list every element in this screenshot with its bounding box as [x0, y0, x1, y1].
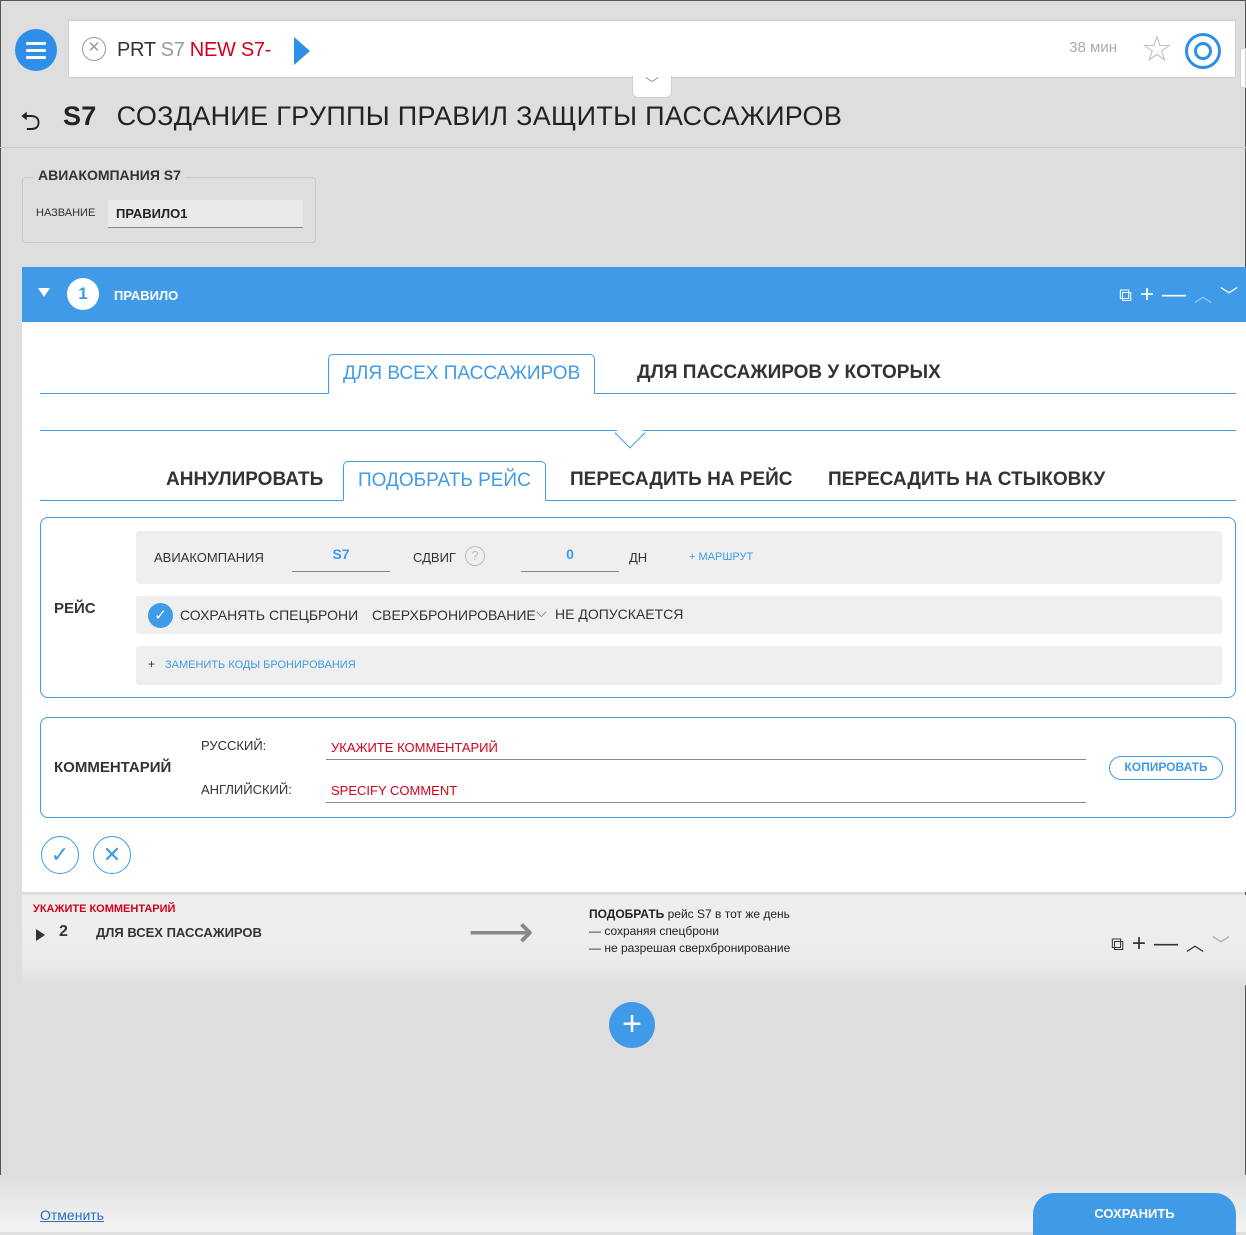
chevron-down-icon[interactable]: ﹀ [1212, 931, 1230, 957]
command-input[interactable]: PRT S7 NEW S7- [117, 39, 271, 62]
arrow-right-icon: ⟶ [468, 905, 534, 957]
name-input[interactable]: ПРАВИЛО1 [108, 200, 303, 228]
plus-icon[interactable]: + [1132, 930, 1146, 958]
check-icon[interactable]: ✓ [148, 603, 173, 628]
summary-line: — сохраняя спецброни [589, 924, 719, 938]
plus-icon[interactable]: + [1140, 281, 1154, 309]
airline-legend: АВИАКОМПАНИЯ S7 [34, 167, 185, 183]
rule-number: 1 [67, 278, 99, 310]
page-title-airline: S7 [63, 101, 97, 131]
cancel-link[interactable]: Отменить [40, 1207, 104, 1223]
russian-comment-input[interactable]: УКАЖИТЕ КОММЕНТАРИЙ [326, 734, 1086, 760]
rule-summary: ПОДОБРАТЬ рейс S7 в тот же день — сохран… [589, 906, 790, 957]
shift-input[interactable]: 0 [521, 546, 619, 572]
replace-codes-link[interactable]: ЗАМЕНИТЬ КОДЫ БРОНИРОВАНИЯ [165, 659, 356, 671]
help-lifebuoy-icon[interactable] [1185, 33, 1221, 69]
back-icon[interactable]: ⮌ [20, 103, 41, 147]
tab-cancel[interactable]: АННУЛИРОВАТЬ [152, 461, 337, 501]
star-icon[interactable]: ☆ [1141, 31, 1173, 67]
rule-title: ДЛЯ ВСЕХ ПАССАЖИРОВ [96, 925, 262, 940]
chevron-down-icon[interactable]: ﹀ [632, 76, 672, 98]
tab-transfer-connection[interactable]: ПЕРЕСАДИТЬ НА СТЫКОВКУ [814, 461, 1119, 501]
russian-label: РУССКИЙ: [201, 738, 267, 753]
command-part: NEW S7- [189, 39, 272, 61]
command-part: S7 [160, 39, 185, 61]
check-icon[interactable]: ✓ [41, 836, 79, 874]
rule-title: ПРАВИЛО [114, 288, 179, 303]
copy-icon[interactable]: ⧉ [1119, 285, 1132, 306]
shift-unit: ДН [629, 550, 648, 565]
copy-icon[interactable]: ⧉ [1111, 934, 1124, 955]
name-label: НАЗВАНИЕ [36, 207, 96, 219]
rule-number: 2 [59, 923, 68, 940]
summary-text: рейс S7 в тот же день [664, 907, 790, 921]
expand-caret-icon[interactable] [36, 929, 45, 941]
keep-special-label: СОХРАНЯТЬ СПЕЦБРОНИ [180, 607, 359, 623]
chevron-down-icon[interactable]: ﹀ [1220, 282, 1238, 308]
chevron-up-icon[interactable]: ︿ [1186, 931, 1204, 957]
plus-icon[interactable]: + [148, 657, 155, 671]
divider [0, 147, 1246, 148]
page-title: S7 СОЗДАНИЕ ГРУППЫ ПРАВИЛ ЗАЩИТЫ ПАССАЖИР… [63, 101, 842, 132]
action-tabs: АННУЛИРОВАТЬ ПОДОБРАТЬ РЕЙС ПЕРЕСАДИТЬ Н… [40, 461, 1236, 501]
summary-line: — не разрешая сверхбронирование [589, 941, 791, 955]
close-icon[interactable]: ✕ [93, 836, 131, 874]
command-bar[interactable]: ✕ PRT S7 NEW S7- 38 мин ☆ [68, 20, 1236, 78]
help-icon[interactable]: ? [465, 546, 485, 566]
english-label: АНГЛИЙСКИЙ: [201, 782, 292, 797]
menu-icon[interactable] [15, 29, 57, 71]
collapse-caret-icon[interactable] [38, 288, 50, 297]
tab-transfer-flight[interactable]: ПЕРЕСАДИТЬ НА РЕЙС [556, 461, 807, 501]
comment-warning: УКАЖИТЕ КОММЕНТАРИЙ [33, 903, 176, 915]
minus-icon[interactable]: — [1154, 930, 1178, 958]
tab-find-flight[interactable]: ПОДОБРАТЬ РЕЙС [343, 461, 546, 501]
chevron-up-icon[interactable]: ︿ [1194, 282, 1212, 308]
rule-1-header[interactable]: 1 ПРАВИЛО ⧉ + — ︿ ﹀ [22, 267, 1246, 322]
overbooking-label: СВЕРХБРОНИРОВАНИЕ [372, 607, 536, 623]
copy-button[interactable]: КОПИРОВАТЬ [1109, 756, 1223, 780]
tab-all-passengers[interactable]: ДЛЯ ВСЕХ ПАССАЖИРОВ [328, 354, 596, 394]
page-title-text: СОЗДАНИЕ ГРУППЫ ПРАВИЛ ЗАЩИТЫ ПАССАЖИРОВ [116, 101, 843, 131]
add-route-link[interactable]: + МАРШРУТ [689, 551, 753, 563]
shift-label: СДВИГ [413, 550, 456, 565]
run-icon[interactable] [294, 37, 310, 65]
clear-icon[interactable]: ✕ [82, 37, 106, 61]
scroll-edge [1240, 48, 1246, 88]
summary-action: ПОДОБРАТЬ [589, 907, 665, 921]
minus-icon[interactable]: — [1162, 281, 1186, 309]
comment-label: КОММЕНТАРИЙ [54, 759, 172, 776]
airline-label: АВИАКОМПАНИЯ [154, 550, 264, 565]
airline-input[interactable]: S7 [292, 546, 390, 572]
passenger-tabs: ДЛЯ ВСЕХ ПАССАЖИРОВ ДЛЯ ПАССАЖИРОВ У КОТ… [40, 354, 1236, 394]
overbooking-select[interactable]: НЕ ДОПУСКАЕТСЯ [555, 606, 683, 622]
save-button[interactable]: СОХРАНИТЬ [1033, 1193, 1236, 1235]
chevron-down-icon[interactable]: ⌵ [536, 604, 547, 621]
tab-passengers-with[interactable]: ДЛЯ ПАССАЖИРОВ У КОТОРЫХ [623, 354, 955, 394]
command-part: PRT [117, 39, 156, 61]
add-rule-button[interactable]: + [609, 1002, 655, 1048]
english-comment-input[interactable]: SPECIFY COMMENT [326, 777, 1086, 803]
session-timer: 38 мин [1069, 39, 1117, 56]
flight-label: РЕЙС [54, 600, 96, 617]
